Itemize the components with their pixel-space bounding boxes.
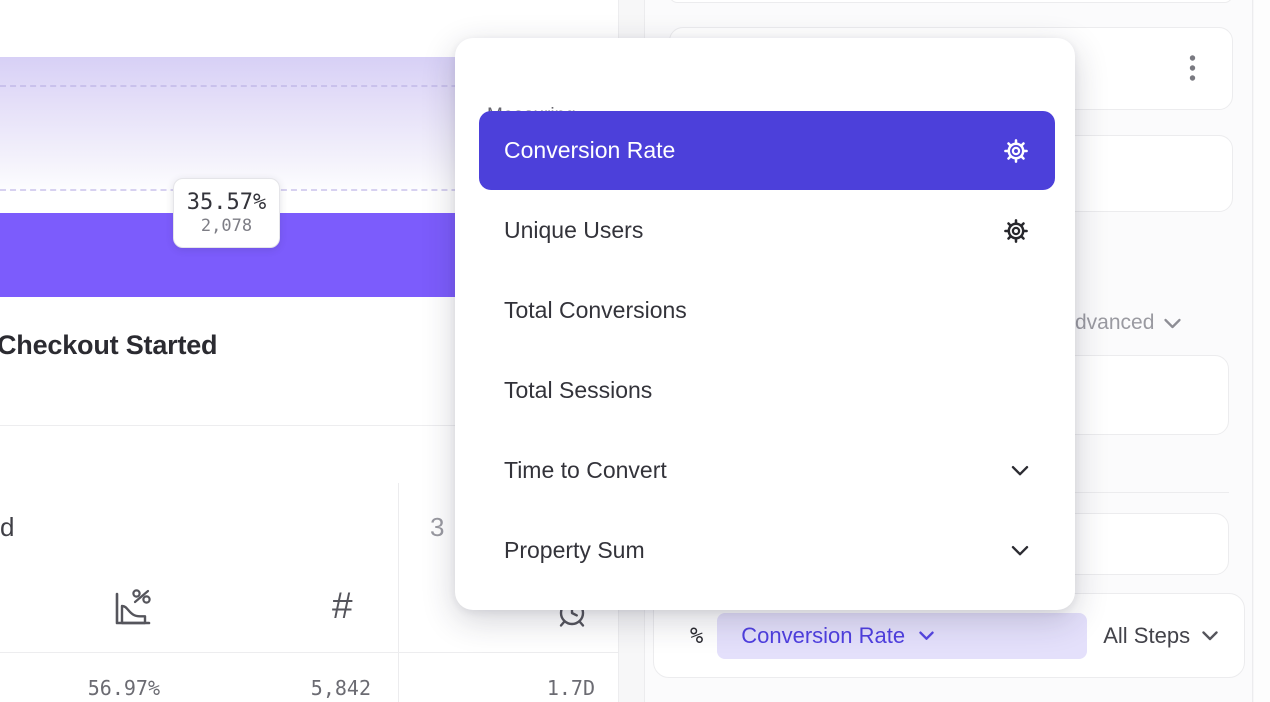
- bar-tooltip: 35.57% 2,078: [173, 178, 280, 248]
- count-hash-icon: #: [332, 585, 353, 627]
- table-cell-time: 1.7D: [473, 676, 595, 700]
- table-cell-conversion-rate: 56.97%: [38, 676, 160, 700]
- menu-item-total-sessions[interactable]: Total Sessions: [479, 351, 1055, 430]
- menu-item-label: Total Conversions: [504, 297, 687, 324]
- page-background: [1254, 0, 1270, 702]
- chevron-down-icon: [918, 630, 935, 642]
- measuring-chip-label: Conversion Rate: [741, 623, 905, 649]
- measuring-dropdown-button[interactable]: Conversion Rate: [717, 613, 1087, 659]
- table-row-divider: [0, 652, 619, 653]
- advanced-toggle[interactable]: dvanced: [1075, 311, 1182, 335]
- menu-item-conversion-rate[interactable]: Conversion Rate: [479, 111, 1055, 190]
- kebab-menu-icon[interactable]: [1189, 54, 1196, 84]
- chevron-down-icon: [1010, 544, 1030, 558]
- percent-prefix-label: %: [690, 624, 703, 649]
- funnel-step-title: Checkout Started: [0, 330, 217, 361]
- measuring-dropdown-menu: Measuring Conversion Rate Unique Users T…: [455, 38, 1075, 610]
- all-steps-label: All Steps: [1103, 623, 1190, 649]
- menu-item-label: Time to Convert: [504, 457, 667, 484]
- menu-item-label: Total Sessions: [504, 377, 652, 404]
- chevron-down-icon: [1201, 630, 1219, 642]
- conversion-rate-funnel-icon: [108, 588, 154, 630]
- builder-card-top-sliver[interactable]: [669, 0, 1233, 3]
- menu-item-label: Property Sum: [504, 537, 645, 564]
- table-header-partial-right: 3: [430, 512, 444, 543]
- measurement-footer-row: % Conversion Rate All Steps: [654, 613, 1244, 659]
- menu-item-label: Conversion Rate: [504, 137, 675, 164]
- menu-item-property-sum[interactable]: Property Sum: [479, 511, 1055, 590]
- menu-item-time-to-convert[interactable]: Time to Convert: [479, 431, 1055, 510]
- tooltip-rate-value: 35.57%: [187, 190, 266, 215]
- menu-item-label: Unique Users: [504, 217, 643, 244]
- chevron-down-icon: [1010, 464, 1030, 478]
- advanced-label-partial: dvanced: [1075, 311, 1154, 335]
- chevron-down-icon: [1163, 317, 1182, 330]
- table-column-divider: [398, 483, 399, 702]
- table-cell-count: 5,842: [249, 676, 371, 700]
- tooltip-count-value: 2,078: [201, 216, 252, 236]
- gear-icon[interactable]: [1002, 217, 1030, 245]
- menu-item-unique-users[interactable]: Unique Users: [479, 191, 1055, 270]
- gear-icon[interactable]: [1002, 137, 1030, 165]
- menu-item-total-conversions[interactable]: Total Conversions: [479, 271, 1055, 350]
- table-header-partial-left: d: [0, 512, 14, 543]
- all-steps-dropdown-button[interactable]: All Steps: [1103, 623, 1219, 649]
